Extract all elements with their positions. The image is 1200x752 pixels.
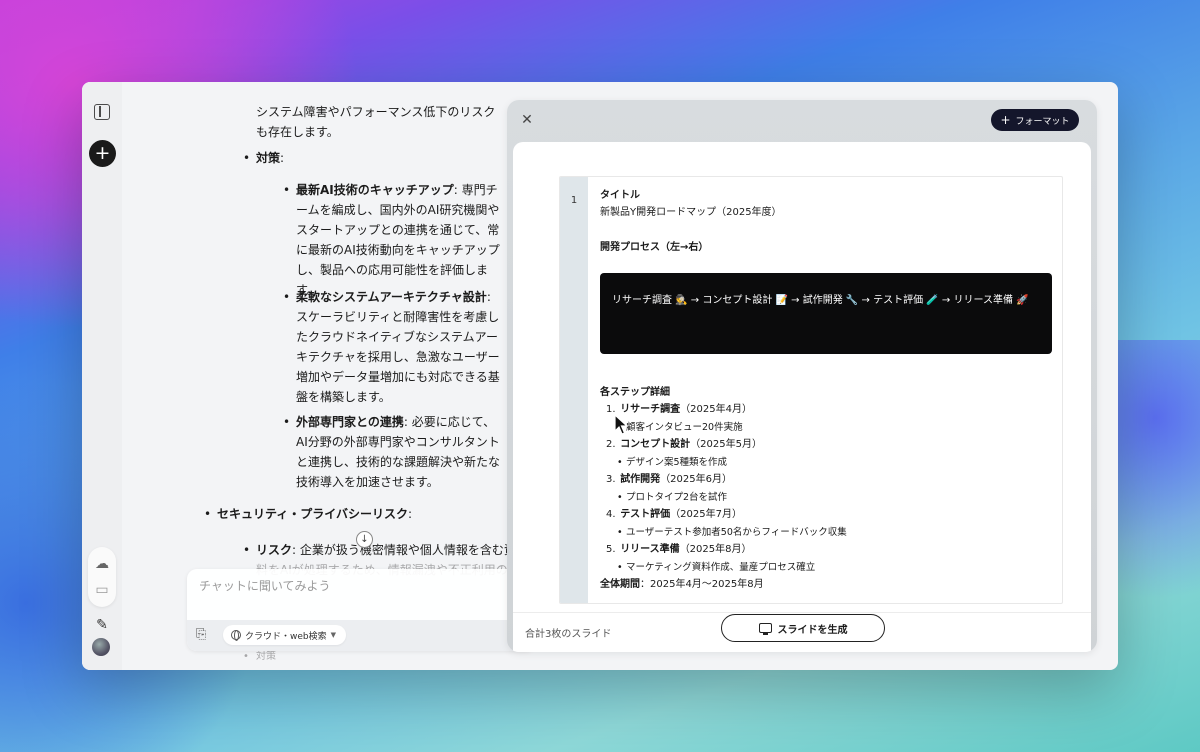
slide-panel: ✕ + フォーマット 1 タイトル 新製品Y開発ロードマップ（2025年度） 開… xyxy=(507,100,1097,652)
list-item: 2. コンセプト設計（2025年5月） xyxy=(600,436,1050,454)
step-detail: 顧客インタビュー20件実施 xyxy=(600,419,1050,437)
list-item-heading: リスク xyxy=(256,543,293,557)
slide-card[interactable]: 1 タイトル 新製品Y開発ロードマップ（2025年度） 開発プロセス（左→右） … xyxy=(559,176,1063,604)
step-number: 2. xyxy=(606,439,616,450)
list-item: 柔軟なシステムアーキテクチャ設計: スケーラビリティと耐障害性を考慮したクラウド… xyxy=(283,287,504,407)
chat-bubble-icon[interactable]: ▭ xyxy=(88,580,116,600)
avatar[interactable] xyxy=(92,638,110,656)
composer-toolbar: ⎘ クラウド・web検索 ▼ ↑ xyxy=(187,620,535,651)
slide-title-heading: タイトル xyxy=(600,190,640,201)
left-rail: + ☁ ▭ ✎ xyxy=(82,82,122,670)
cloud-icon[interactable]: ☁ xyxy=(88,554,116,574)
step-name: テスト評価 xyxy=(620,509,671,520)
list-item: 対策: xyxy=(243,148,356,168)
generate-slides-label: スライドを生成 xyxy=(777,624,848,636)
plus-icon: + xyxy=(1000,113,1011,127)
step-period: （2025年7月） xyxy=(670,509,742,520)
slide-sheet: 1 タイトル 新製品Y開発ロードマップ（2025年度） 開発プロセス（左→右） … xyxy=(513,142,1091,652)
list-item-heading: セキュリティ・プライバシーリスク xyxy=(217,507,409,521)
search-mode-select[interactable]: クラウド・web検索 ▼ xyxy=(223,625,347,645)
list-item: 外部専門家との連携: 必要に応じて、AI分野の外部専門家やコンサルタントと連携し… xyxy=(283,412,504,492)
sidebar-toggle-icon[interactable] xyxy=(94,104,110,120)
chat-composer: チャットに聞いてみよう ⎘ クラウド・web検索 ▼ ↑ xyxy=(187,569,535,651)
step-period: （2025年8月） xyxy=(679,544,752,555)
step-number: 5. xyxy=(606,544,616,555)
step-detail: デザイン案5種類を作成 xyxy=(600,454,1050,472)
pencil-icon[interactable]: ✎ xyxy=(92,616,112,634)
step-period: （2025年4月） xyxy=(680,404,752,415)
list-item-heading: 外部専門家との連携 xyxy=(296,415,404,429)
total-period: 全体期間：2025年4月〜2025年8月 xyxy=(600,576,1050,593)
search-mode-label: クラウド・web検索 xyxy=(245,631,327,642)
list-item-heading: 最新AI技術のキャッチアップ xyxy=(296,183,454,197)
panel-footer: 合計3枚のスライド スライドを生成 xyxy=(513,612,1091,652)
mouse-cursor xyxy=(614,414,628,435)
details-heading: 各ステップ詳細 xyxy=(600,387,670,398)
list-item-heading: 柔軟なシステムアーキテクチャ設計 xyxy=(296,290,487,304)
step-list: 1. リサーチ調査（2025年4月） 顧客インタビュー20件実施 2. コンセプ… xyxy=(600,401,1050,593)
slide-count: 合計3枚のスライド xyxy=(525,629,612,640)
list-item-text: : 専門チームを編成し、国内外のAI研究機関やスタートアップとの連携を通じて、常… xyxy=(296,183,500,297)
process-flow-block: リサーチ調査 🕵️ → コンセプト設計 📝 → 試作開発 🔧 → テスト評価 🧪… xyxy=(600,273,1052,354)
step-detail: ユーザーテスト参加者50名からフィードバック収集 xyxy=(600,524,1050,542)
step-number: 3. xyxy=(606,474,616,485)
monitor-icon xyxy=(758,623,772,635)
step-name: リサーチ調査 xyxy=(620,404,681,415)
chat-paragraph: システム障害やパフォーマンス低下のリスクも存在します。 xyxy=(256,105,496,139)
new-chat-button[interactable]: + xyxy=(89,140,116,167)
total-period-value: ：2025年4月〜2025年8月 xyxy=(640,579,764,590)
list-item-text: : 企業が扱う機密情報や個人情報を含む資 xyxy=(292,543,516,557)
list-item-text: : スケーラビリティと耐障害性を考慮したクラウドネイティブなシステムアーキテクチ… xyxy=(296,290,500,404)
list-item: 4. テスト評価（2025年7月） xyxy=(600,506,1050,524)
plus-icon: + xyxy=(94,142,111,164)
generate-slides-button[interactable]: スライドを生成 xyxy=(721,614,885,642)
chevron-down-icon: ▼ xyxy=(330,631,337,639)
app-window: + ☁ ▭ ✎ システム障害やパフォーマンス低下のリスクも存在します。 対策: … xyxy=(82,82,1118,670)
arrow-down-icon: ↓ xyxy=(360,534,369,545)
format-button[interactable]: + フォーマット xyxy=(991,109,1079,131)
total-period-label: 全体期間 xyxy=(600,579,640,590)
list-item: 1. リサーチ調査（2025年4月） xyxy=(600,401,1050,419)
step-detail: プロトタイプ2台を試作 xyxy=(600,489,1050,507)
chat-input[interactable]: チャットに聞いてみよう xyxy=(199,577,519,597)
step-detail: マーケティング資料作成、量産プロセス確立 xyxy=(600,559,1050,577)
list-item-heading: 対策 xyxy=(256,151,281,165)
step-number: 4. xyxy=(606,509,616,520)
scroll-down-button[interactable]: ↓ xyxy=(356,531,373,548)
step-name: 試作開発 xyxy=(620,474,661,485)
step-name: コンセプト設計 xyxy=(620,439,691,450)
close-icon[interactable]: ✕ xyxy=(519,112,535,128)
list-item: 最新AI技術のキャッチアップ: 専門チームを編成し、国内外のAI研究機関やスター… xyxy=(283,180,504,300)
list-item: リスク: 企業が扱う機密情報や個人情報を含む資 xyxy=(243,540,516,560)
list-item: 3. 試作開発（2025年6月） xyxy=(600,471,1050,489)
globe-icon xyxy=(231,630,241,641)
step-period: （2025年5月） xyxy=(690,439,762,450)
list-item: セキュリティ・プライバシーリスク: xyxy=(204,504,517,524)
paperclip-icon[interactable]: ⎘ xyxy=(196,628,210,642)
format-label: フォーマット xyxy=(1015,116,1070,127)
step-name: リリース準備 xyxy=(620,544,680,555)
slide-number-column: 1 xyxy=(560,177,588,603)
step-period: （2025年6月） xyxy=(660,474,732,485)
slide-title: 新製品Y開発ロードマップ（2025年度） xyxy=(600,207,782,218)
slide-number: 1 xyxy=(570,195,578,206)
process-heading: 開発プロセス（左→右） xyxy=(600,242,709,253)
chat-transcript[interactable]: システム障害やパフォーマンス低下のリスクも存在します。 対策: 最新AI技術のキ… xyxy=(122,82,544,670)
list-item: 5. リリース準備（2025年8月） xyxy=(600,541,1050,559)
